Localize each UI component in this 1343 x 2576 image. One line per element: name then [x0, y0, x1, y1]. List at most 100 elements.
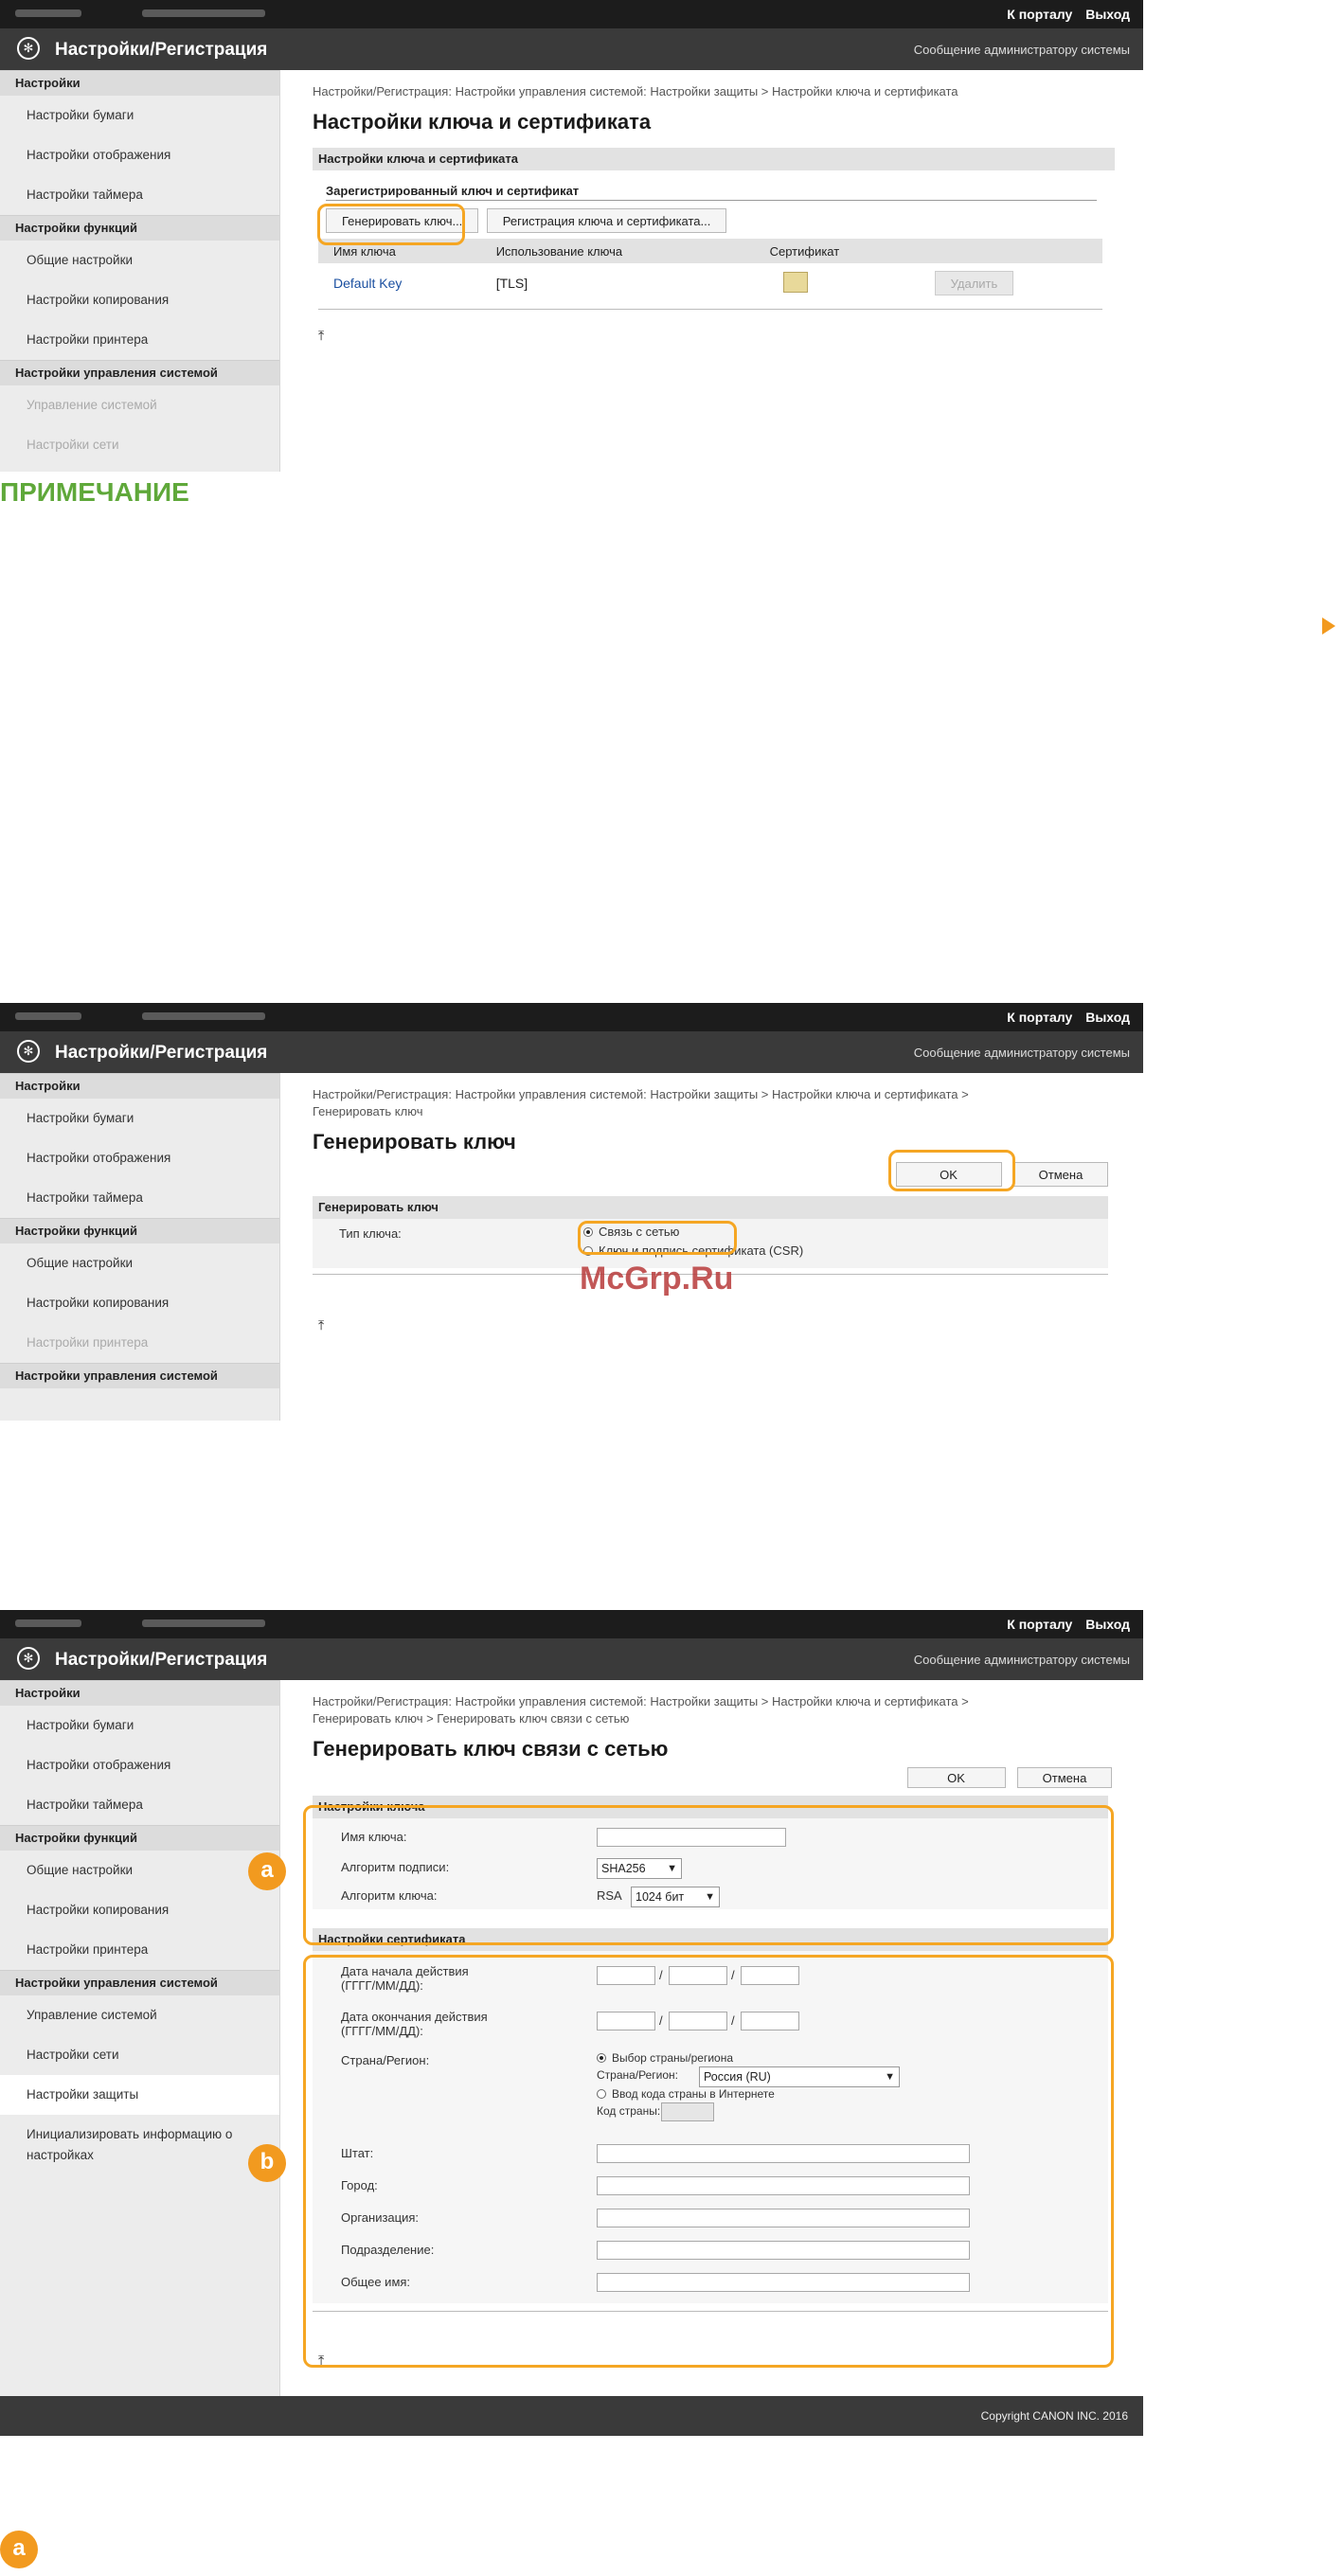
radio-select-country[interactable]	[597, 2053, 606, 2063]
breadcrumb: Настройки/Регистрация: Настройки управле…	[313, 1694, 969, 1726]
subsection-title: Зарегистрированный ключ и сертификат	[326, 184, 1097, 201]
page-title: Генерировать ключ связи с сетью	[313, 1737, 669, 1761]
sidebar-item[interactable]: Настройки принтера	[0, 320, 279, 360]
admin-message-link[interactable]: Сообщение администратору системы	[914, 43, 1130, 57]
option-internet-code[interactable]: Ввод кода страны в Интернете	[597, 2087, 775, 2101]
cancel-button[interactable]: Отмена	[1017, 1767, 1112, 1788]
sidebar-item[interactable]: Настройки копирования	[0, 1283, 279, 1323]
end-day-input[interactable]	[741, 2012, 799, 2030]
city-input[interactable]	[597, 2176, 970, 2195]
sidebar-item[interactable]: Настройки принтера	[0, 1323, 279, 1363]
sidebar-item[interactable]: Настройки таймера	[0, 175, 279, 215]
badge-a: a	[248, 1852, 286, 1890]
option-select-country[interactable]: Выбор страны/региона	[597, 2051, 733, 2065]
sidebar-item[interactable]: Настройки защиты	[0, 2075, 279, 2115]
country-select[interactable]: Россия (RU) ▼	[699, 2066, 900, 2087]
admin-message-link[interactable]: Сообщение администратору системы	[914, 1653, 1130, 1667]
screenshot-generate-network-key: К порталу Выход ✻ Настройки/Регистрация С…	[0, 1610, 1143, 2481]
blurred-model-name	[15, 1012, 81, 1020]
sidebar-item[interactable]: Настройки отображения	[0, 135, 279, 175]
start-month-input[interactable]	[669, 1966, 727, 1985]
option-network[interactable]: Связь с сетью	[583, 1225, 679, 1239]
certificate-icon[interactable]	[782, 271, 808, 293]
sidebar: Настройки Настройки бумаги Настройки отобр…	[0, 1680, 280, 2400]
sidebar-item[interactable]: Настройки таймера	[0, 1178, 279, 1218]
breadcrumb: Настройки/Регистрация: Настройки управле…	[313, 1087, 969, 1118]
portal-link[interactable]: К порталу	[1007, 1617, 1072, 1632]
date-separator: /	[731, 2013, 735, 2028]
cancel-button[interactable]: Отмена	[1013, 1162, 1108, 1187]
main-content: Настройки/Регистрация: Настройки управле…	[313, 1680, 1115, 2368]
generate-key-button[interactable]: Генерировать ключ...	[326, 208, 479, 233]
start-year-input[interactable]	[597, 1966, 655, 1985]
ok-button[interactable]: OK	[906, 1767, 1006, 1788]
key-name-link[interactable]: Default Key	[318, 263, 481, 303]
key-name-label: Имя ключа:	[341, 1830, 407, 1844]
sidebar-item[interactable]: Управление системой	[0, 385, 279, 425]
scroll-top-icon[interactable]: ⤒	[318, 328, 324, 344]
sidebar-item[interactable]: Настройки отображения	[0, 1745, 279, 1785]
common-name-input[interactable]	[597, 2273, 970, 2292]
key-name-input[interactable]	[597, 1828, 786, 1847]
sidebar-item[interactable]: Общие настройки	[0, 1243, 279, 1283]
breadcrumb: Настройки/Регистрация: Настройки управле…	[313, 84, 958, 98]
start-date-label: Дата начала действия (ГГГГ/ММ/ДД):	[341, 1964, 469, 1993]
radio-network[interactable]	[583, 1227, 593, 1237]
chevron-down-icon: ▼	[705, 1891, 715, 1903]
radio-internet-code[interactable]	[597, 2089, 606, 2099]
end-month-input[interactable]	[669, 2012, 727, 2030]
top-bar: К порталу Выход	[0, 1003, 1143, 1031]
country-code-input[interactable]	[661, 2102, 714, 2121]
city-label: Город:	[341, 2178, 378, 2192]
option-csr[interactable]: Ключ и подпись сертификата (CSR)	[583, 1243, 803, 1258]
delete-button[interactable]: Удалить	[934, 271, 1014, 295]
sidebar-item[interactable]: Настройки копирования	[0, 1890, 279, 1930]
section-header: Генерировать ключ	[313, 1196, 1108, 1219]
key-length-select[interactable]: 1024 бит ▼	[631, 1887, 720, 1907]
sig-algo-select[interactable]: SHA256 ▼	[597, 1858, 682, 1879]
ok-button[interactable]: OK	[895, 1162, 1002, 1187]
sidebar-item[interactable]: Настройки отображения	[0, 1138, 279, 1178]
blurred-device-name	[142, 1619, 265, 1627]
app-header: ✻ Настройки/Регистрация Сообщение админи…	[0, 1031, 1143, 1073]
page-title: Генерировать ключ	[313, 1130, 516, 1154]
logout-link[interactable]: Выход	[1085, 1010, 1130, 1025]
logout-link[interactable]: Выход	[1085, 7, 1130, 22]
sidebar-item[interactable]: Общие настройки	[0, 241, 279, 280]
sidebar-item[interactable]: Настройки сети	[0, 425, 279, 465]
radio-csr[interactable]	[583, 1246, 593, 1256]
scroll-top-icon[interactable]: ⤒	[318, 1317, 324, 1333]
sidebar-item[interactable]: Настройки бумаги	[0, 1099, 279, 1138]
department-input[interactable]	[597, 2241, 970, 2260]
sig-algo-label: Алгоритм подписи:	[341, 1860, 450, 1874]
chevron-down-icon: ▼	[885, 2071, 895, 2083]
sidebar-item[interactable]: Настройки копирования	[0, 280, 279, 320]
sidebar-item[interactable]: Управление системой	[0, 1995, 279, 2035]
note-title: ПРИМЕЧАНИЕ	[0, 477, 189, 507]
column-header	[919, 239, 1102, 263]
sidebar-item[interactable]: Настройки сети	[0, 2035, 279, 2075]
sidebar-item[interactable]: Общие настройки	[0, 1851, 279, 1890]
column-header: Использование ключа	[480, 239, 755, 263]
date-separator: /	[659, 1968, 663, 1982]
end-year-input[interactable]	[597, 2012, 655, 2030]
portal-link[interactable]: К порталу	[1007, 7, 1072, 22]
organization-input[interactable]	[597, 2209, 970, 2227]
logout-link[interactable]: Выход	[1085, 1617, 1130, 1632]
sidebar-item[interactable]: Настройки принтера	[0, 1930, 279, 1970]
state-label: Штат:	[341, 2146, 374, 2160]
start-day-input[interactable]	[741, 1966, 799, 1985]
sidebar-item[interactable]: Настройки бумаги	[0, 96, 279, 135]
scroll-top-icon[interactable]: ⤒	[318, 2352, 324, 2369]
sidebar-section-header: Настройки управления системой	[0, 1363, 279, 1388]
admin-message-link[interactable]: Сообщение администратору системы	[914, 1046, 1130, 1060]
sidebar-section-header: Настройки функций	[0, 215, 279, 241]
sidebar-item[interactable]: Инициализировать информацию о настройках	[0, 2115, 279, 2181]
sidebar-item[interactable]: Настройки таймера	[0, 1785, 279, 1825]
portal-link[interactable]: К порталу	[1007, 1010, 1072, 1025]
state-input[interactable]	[597, 2144, 970, 2163]
dept-label: Подразделение:	[341, 2243, 435, 2257]
register-key-cert-button[interactable]: Регистрация ключа и сертификата...	[486, 208, 727, 233]
sidebar-item[interactable]: Настройки бумаги	[0, 1706, 279, 1745]
sidebar: Настройки Настройки бумаги Настройки отобр…	[0, 1073, 280, 1421]
